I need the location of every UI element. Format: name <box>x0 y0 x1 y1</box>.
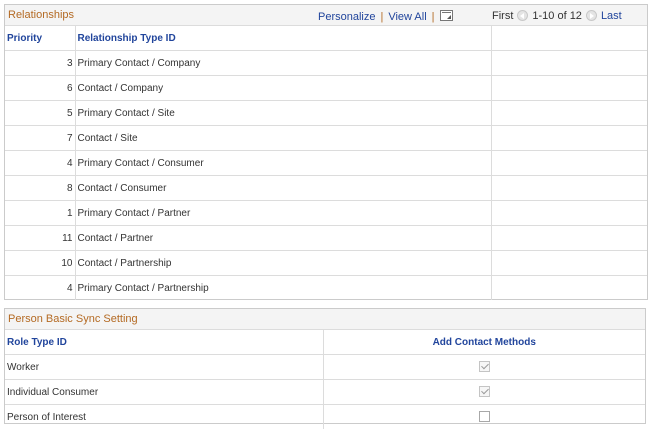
empty-cell <box>491 201 647 226</box>
grid-toolbar: Personalize|View All| <box>318 10 453 24</box>
table-row: 6Contact / Company <box>5 76 647 101</box>
relationship-type-cell: Primary Contact / Partner <box>75 201 491 226</box>
table-row: 3Primary Contact / Company <box>5 51 647 76</box>
table-row: 4Primary Contact / Consumer <box>5 151 647 176</box>
personalize-link[interactable]: Personalize <box>318 11 375 23</box>
relationship-type-cell: Primary Contact / Site <box>75 101 491 126</box>
add-contact-methods-cell <box>323 380 645 405</box>
person-sync-grid: Person Basic Sync Setting Role Type ID A… <box>4 308 646 424</box>
empty-cell <box>491 251 647 276</box>
nav-separator: | <box>427 11 440 23</box>
priority-column-header[interactable]: Priority <box>5 26 75 51</box>
add-contact-methods-checkbox <box>479 361 490 372</box>
priority-cell: 7 <box>5 126 75 151</box>
table-row: 11Contact / Partner <box>5 226 647 251</box>
empty-cell <box>491 76 647 101</box>
relationship-type-cell: Contact / Site <box>75 126 491 151</box>
relationships-grid-header: Relationships Personalize|View All| Firs… <box>5 5 647 26</box>
page-range: 1-10 of 12 <box>532 10 582 22</box>
pagination: First 1-10 of 12 Last <box>492 10 622 24</box>
priority-cell: 10 <box>5 251 75 276</box>
table-header-row: Priority Relationship Type ID <box>5 26 647 51</box>
role-type-cell: Individual Consumer <box>5 380 323 405</box>
empty-cell <box>491 151 647 176</box>
add-contact-methods-column-header[interactable]: Add Contact Methods <box>323 330 645 355</box>
priority-cell: 4 <box>5 151 75 176</box>
priority-cell: 1 <box>5 201 75 226</box>
relationship-type-cell: Contact / Consumer <box>75 176 491 201</box>
add-contact-methods-cell <box>323 405 645 429</box>
priority-cell: 6 <box>5 76 75 101</box>
person-sync-title: Person Basic Sync Setting <box>8 313 138 325</box>
relationship-type-cell: Primary Contact / Company <box>75 51 491 76</box>
add-contact-methods-checkbox <box>479 386 490 397</box>
priority-cell: 8 <box>5 176 75 201</box>
table-row: 7Contact / Site <box>5 126 647 151</box>
relationship-type-cell: Contact / Company <box>75 76 491 101</box>
table-row: Individual Consumer <box>5 380 645 405</box>
relationships-table-body: 3Primary Contact / Company6Contact / Com… <box>5 51 647 301</box>
role-type-cell: Person of Interest <box>5 405 323 429</box>
extra-column-header <box>491 26 647 51</box>
relationship-type-cell: Contact / Partnership <box>75 251 491 276</box>
table-row: 1Primary Contact / Partner <box>5 201 647 226</box>
table-row: Worker <box>5 355 645 380</box>
empty-cell <box>491 176 647 201</box>
priority-cell: 3 <box>5 51 75 76</box>
relationships-title: Relationships <box>8 9 74 21</box>
relationship-type-cell: Contact / Partner <box>75 226 491 251</box>
add-contact-methods-cell <box>323 355 645 380</box>
table-row: 5Primary Contact / Site <box>5 101 647 126</box>
role-type-cell: Worker <box>5 355 323 380</box>
table-header-row: Role Type ID Add Contact Methods <box>5 330 645 355</box>
table-row: 4Primary Contact / Partnership <box>5 276 647 301</box>
add-contact-methods-checkbox[interactable] <box>479 411 490 422</box>
empty-cell <box>491 126 647 151</box>
last-link[interactable]: Last <box>601 10 622 22</box>
empty-cell <box>491 276 647 301</box>
table-row: 8Contact / Consumer <box>5 176 647 201</box>
person-sync-table-body: WorkerIndividual ConsumerPerson of Inter… <box>5 355 645 429</box>
priority-cell: 5 <box>5 101 75 126</box>
person-sync-table: Role Type ID Add Contact Methods WorkerI… <box>5 330 645 429</box>
table-row: Person of Interest <box>5 405 645 429</box>
empty-cell <box>491 226 647 251</box>
priority-cell: 11 <box>5 226 75 251</box>
relationships-table: Priority Relationship Type ID 3Primary C… <box>5 26 647 300</box>
relationships-grid: Relationships Personalize|View All| Firs… <box>4 4 648 300</box>
table-row: 10Contact / Partnership <box>5 251 647 276</box>
view-all-link[interactable]: View All <box>388 11 426 23</box>
next-arrow-icon[interactable] <box>586 10 597 21</box>
nav-separator: | <box>375 11 388 23</box>
relationship-type-cell: Primary Contact / Consumer <box>75 151 491 176</box>
first-label: First <box>492 10 513 22</box>
relationship-type-column-header[interactable]: Relationship Type ID <box>75 26 491 51</box>
person-sync-grid-header: Person Basic Sync Setting <box>5 309 645 330</box>
empty-cell <box>491 51 647 76</box>
zoom-icon[interactable] <box>440 10 453 21</box>
prev-arrow-icon[interactable] <box>517 10 528 21</box>
relationship-type-cell: Primary Contact / Partnership <box>75 276 491 301</box>
empty-cell <box>491 101 647 126</box>
priority-cell: 4 <box>5 276 75 301</box>
role-type-column-header[interactable]: Role Type ID <box>5 330 323 355</box>
